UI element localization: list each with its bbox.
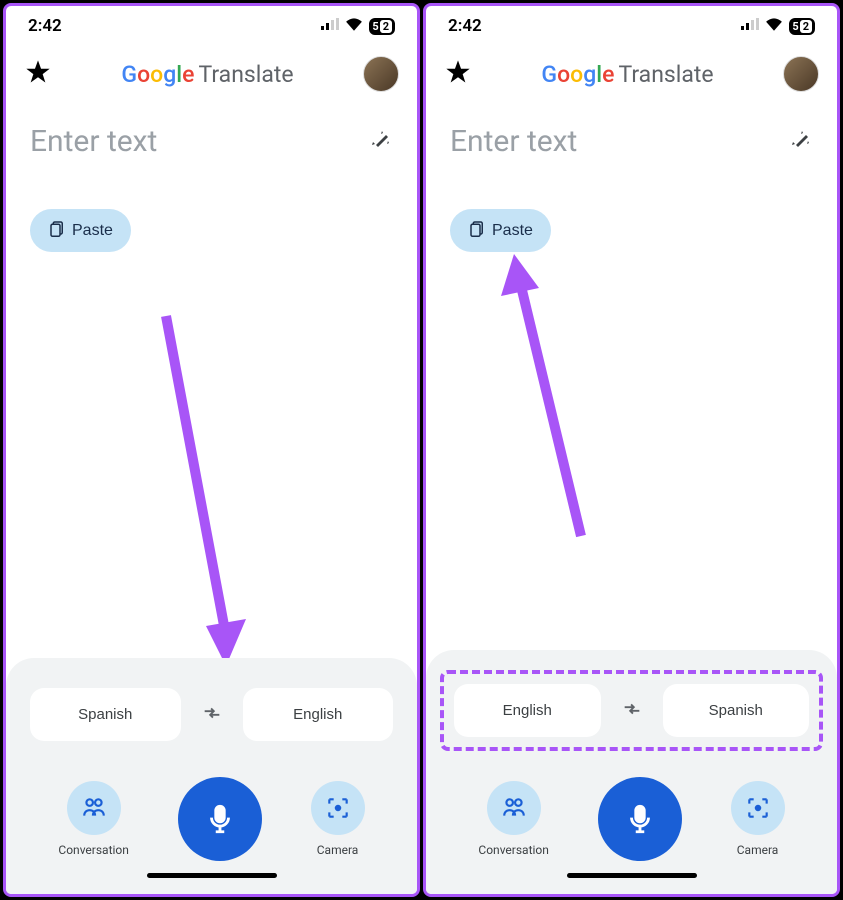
- app-header: GoogleTranslate: [426, 42, 837, 106]
- wifi-icon: [765, 16, 783, 36]
- text-input-area[interactable]: Enter text: [6, 106, 417, 169]
- wifi-icon: [345, 16, 363, 36]
- camera-action[interactable]: Camera: [731, 781, 785, 857]
- swap-languages-button[interactable]: [611, 688, 653, 733]
- paste-button[interactable]: Paste: [450, 209, 551, 252]
- paste-label: Paste: [492, 222, 533, 240]
- camera-icon: [325, 795, 351, 821]
- bottom-panel: English Spanish Conversation Camera: [426, 650, 837, 894]
- swap-icon: [621, 698, 643, 720]
- paste-label: Paste: [72, 222, 113, 240]
- battery-icon: 52: [789, 18, 815, 35]
- camera-action[interactable]: Camera: [311, 781, 365, 857]
- phone-screen-left: 2:42 52 GoogleTranslate Enter text Paste…: [3, 3, 420, 897]
- phone-screen-right: 2:42 52 GoogleTranslate Enter text Paste…: [423, 3, 840, 897]
- conversation-label: Conversation: [478, 843, 548, 857]
- conversation-icon: [501, 795, 527, 821]
- clipboard-icon: [48, 219, 66, 242]
- camera-label: Camera: [317, 843, 359, 857]
- target-language-button[interactable]: Spanish: [663, 684, 810, 737]
- text-input-area[interactable]: Enter text: [426, 106, 837, 169]
- app-header: GoogleTranslate: [6, 42, 417, 106]
- status-icons: 52: [741, 16, 815, 36]
- profile-avatar[interactable]: [783, 56, 819, 92]
- cellular-signal-icon: [321, 16, 339, 36]
- microphone-button[interactable]: [598, 777, 682, 861]
- conversation-label: Conversation: [58, 843, 128, 857]
- input-placeholder: Enter text: [450, 124, 577, 159]
- status-time: 2:42: [448, 16, 482, 36]
- favorites-star-icon[interactable]: [24, 58, 52, 90]
- status-bar: 2:42 52: [6, 6, 417, 42]
- source-language-button[interactable]: Spanish: [30, 688, 181, 741]
- clipboard-icon: [468, 219, 486, 242]
- input-placeholder: Enter text: [30, 124, 157, 159]
- target-language-button[interactable]: English: [243, 688, 394, 741]
- magic-wand-icon[interactable]: [369, 128, 393, 156]
- language-selector-row: English Spanish: [440, 670, 823, 751]
- app-logo: GoogleTranslate: [541, 61, 713, 88]
- conversation-icon: [81, 795, 107, 821]
- bottom-panel: Spanish English Conversation Camera: [6, 658, 417, 894]
- paste-button[interactable]: Paste: [30, 209, 131, 252]
- status-icons: 52: [321, 16, 395, 36]
- action-row: Conversation Camera: [24, 777, 399, 861]
- microphone-icon: [623, 802, 657, 836]
- status-time: 2:42: [28, 16, 62, 36]
- swap-languages-button[interactable]: [191, 692, 233, 737]
- camera-label: Camera: [737, 843, 779, 857]
- action-row: Conversation Camera: [444, 777, 819, 861]
- source-language-button[interactable]: English: [454, 684, 601, 737]
- microphone-icon: [203, 802, 237, 836]
- battery-icon: 52: [369, 18, 395, 35]
- magic-wand-icon[interactable]: [789, 128, 813, 156]
- camera-icon: [745, 795, 771, 821]
- swap-icon: [201, 702, 223, 724]
- home-indicator[interactable]: [567, 873, 697, 878]
- app-logo: GoogleTranslate: [121, 61, 293, 88]
- conversation-action[interactable]: Conversation: [478, 781, 548, 857]
- cellular-signal-icon: [741, 16, 759, 36]
- home-indicator[interactable]: [147, 873, 277, 878]
- microphone-button[interactable]: [178, 777, 262, 861]
- profile-avatar[interactable]: [363, 56, 399, 92]
- conversation-action[interactable]: Conversation: [58, 781, 128, 857]
- language-selector-row: Spanish English: [24, 682, 399, 747]
- favorites-star-icon[interactable]: [444, 58, 472, 90]
- status-bar: 2:42 52: [426, 6, 837, 42]
